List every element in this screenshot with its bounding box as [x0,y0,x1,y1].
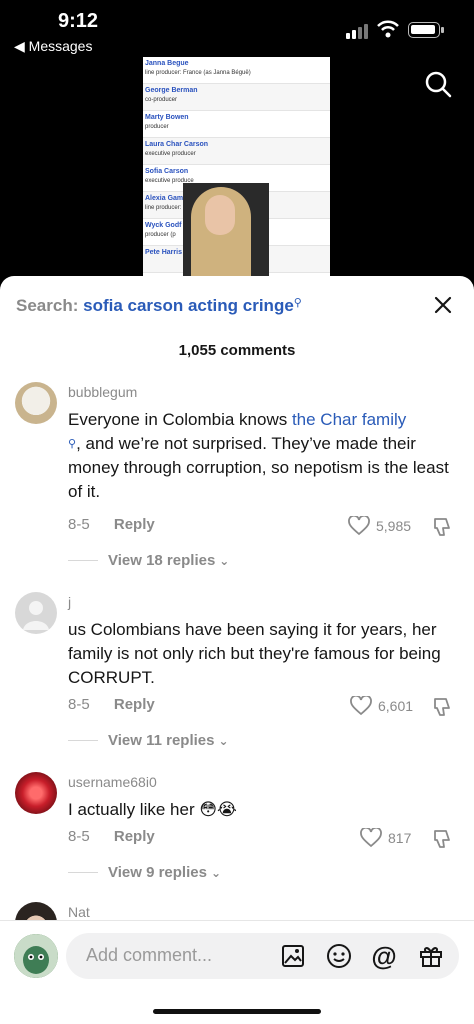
credit-role: executive producer [145,151,196,157]
mention-icon[interactable]: @ [371,941,397,971]
comment-text: I actually like her 😳😭 [68,800,237,819]
wifi-icon [377,20,399,38]
heart-icon [348,516,370,536]
avatar[interactable] [15,592,57,634]
credit-row: Laura Char Carson executive producer [143,138,330,165]
comment-text-part: Everyone in Colombia knows [68,410,292,429]
credit-role: co-producer [145,97,178,103]
view-replies-button[interactable]: View 18 replies ⌄ [68,552,229,569]
comment-date: 8-5 [68,828,90,845]
comment-username[interactable]: bubblegum [68,384,137,400]
my-avatar[interactable] [14,934,58,978]
screen: 9:12 ◀ Messages Janna Begue line producer… [0,0,474,1024]
like-count: 817 [388,830,412,846]
comment-username[interactable]: j [68,594,71,610]
chevron-down-icon: ⌄ [210,865,222,880]
like-button[interactable]: 6,601 [350,696,413,716]
gift-icon[interactable] [418,943,444,969]
home-indicator [153,1009,321,1014]
credit-row: George Berman co-producer [143,84,330,111]
search-small-icon: ⚲ [68,438,77,450]
status-bar: 9:12 ◀ Messages [0,0,474,60]
view-replies-label: View 18 replies [108,552,216,569]
status-time: 9:12 [58,10,99,32]
emoji-icon[interactable] [326,943,352,969]
comment-input-container[interactable]: @ [66,933,459,979]
comment-meta: 8-5 Reply [68,696,155,713]
avatar[interactable] [15,772,57,814]
credit-name: Janna Begue [145,60,189,67]
heart-icon [350,696,372,716]
close-icon[interactable] [434,296,452,314]
like-button[interactable]: 5,985 [348,516,411,536]
search-link[interactable]: the Char family [292,410,406,429]
credit-name: Laura Char Carson [145,141,209,148]
search-small-icon: ⚲ [293,297,302,309]
credit-name: George Berman [145,87,198,94]
credit-name: Sofia Carson [145,168,189,175]
reply-button[interactable]: Reply [114,696,155,713]
comment-text: Everyone in Colombia knows the Char fami… [68,408,458,504]
back-to-messages-link[interactable]: ◀ Messages [14,38,92,55]
comment-meta: 8-5 Reply [68,828,155,845]
view-replies-button[interactable]: View 9 replies ⌄ [68,864,221,881]
video-person-image [183,183,269,278]
comment-composer: @ [0,920,474,1024]
comment-search-suggestion[interactable]: Search: sofia carson acting cringe⚲ [16,296,302,316]
like-button[interactable]: 817 [360,828,411,848]
comment-input[interactable] [86,945,266,966]
image-icon[interactable] [280,943,306,969]
credit-role: producer [145,124,169,130]
cellular-signal-icon [346,24,368,39]
chevron-down-icon: ⌄ [218,733,229,748]
credit-name: Marty Bowen [145,114,189,121]
comment-text-part: , and we’re not surprised. They’ve made … [68,434,449,501]
search-icon[interactable] [424,70,452,98]
comments-sheet: Search: sofia carson acting cringe⚲ 1,05… [0,276,474,1024]
comment-date: 8-5 [68,516,90,533]
view-replies-label: View 11 replies [108,732,215,749]
view-replies-label: View 9 replies [108,864,207,881]
heart-icon [360,828,382,848]
avatar[interactable] [15,382,57,424]
battery-icon [408,22,444,38]
search-term-link[interactable]: sofia carson acting cringe [83,296,294,315]
like-count: 5,985 [376,518,412,534]
search-prefix: Search: [16,296,79,315]
comment-meta: 8-5 Reply [68,516,155,533]
comment-text: us Colombians have been saying it for ye… [68,620,441,687]
comment-date: 8-5 [68,696,90,713]
like-count: 6,601 [378,698,414,714]
chevron-down-icon: ⌄ [219,553,230,568]
reply-button[interactable]: Reply [114,828,155,845]
dislike-icon[interactable] [432,516,454,538]
credit-row: Marty Bowen producer [143,111,330,138]
dislike-icon[interactable] [432,696,454,718]
comment-count: 1,055 comments [178,342,296,359]
dislike-icon[interactable] [432,828,454,850]
comment-username[interactable]: username68i0 [68,774,157,790]
credit-role: line producer: France (as Janna Béguë) [145,70,251,76]
comment-username[interactable]: Nat [68,904,90,920]
reply-button[interactable]: Reply [114,516,155,533]
view-replies-button[interactable]: View 11 replies ⌄ [68,732,229,749]
credit-row: Janna Begue line producer: France (as Jan… [143,57,330,84]
